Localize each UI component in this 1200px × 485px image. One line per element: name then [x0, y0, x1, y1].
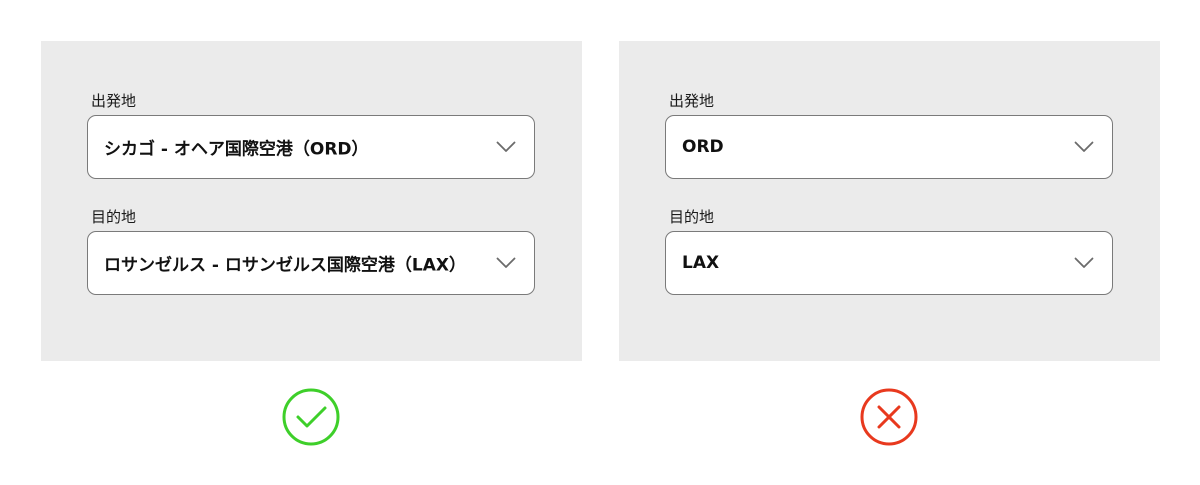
check-circle-icon [282, 388, 340, 446]
origin-select-value: シカゴ - オヘア国際空港（ORD） [104, 139, 369, 160]
origin-select[interactable]: ORD [665, 115, 1113, 179]
destination-select-value: LAX [682, 253, 720, 273]
chevron-down-icon [496, 141, 516, 152]
destination-label: 目的地 [669, 208, 715, 226]
destination-label: 目的地 [91, 208, 137, 226]
bad-example-panel: 出発地 ORD 目的地 LAX [619, 41, 1160, 361]
origin-label: 出発地 [91, 92, 137, 110]
origin-select[interactable]: シカゴ - オヘア国際空港（ORD） [87, 115, 535, 179]
origin-label: 出発地 [669, 92, 715, 110]
x-circle-icon [860, 388, 918, 446]
chevron-down-icon [1074, 257, 1094, 268]
destination-select[interactable]: ロサンゼルス - ロサンゼルス国際空港（LAX） [87, 231, 535, 295]
good-example-panel: 出発地 シカゴ - オヘア国際空港（ORD） 目的地 ロサンゼルス - ロサンゼ… [41, 41, 582, 361]
destination-select[interactable]: LAX [665, 231, 1113, 295]
destination-select-value: ロサンゼルス - ロサンゼルス国際空港（LAX） [104, 255, 466, 276]
origin-select-value: ORD [682, 137, 724, 157]
chevron-down-icon [496, 257, 516, 268]
chevron-down-icon [1074, 141, 1094, 152]
